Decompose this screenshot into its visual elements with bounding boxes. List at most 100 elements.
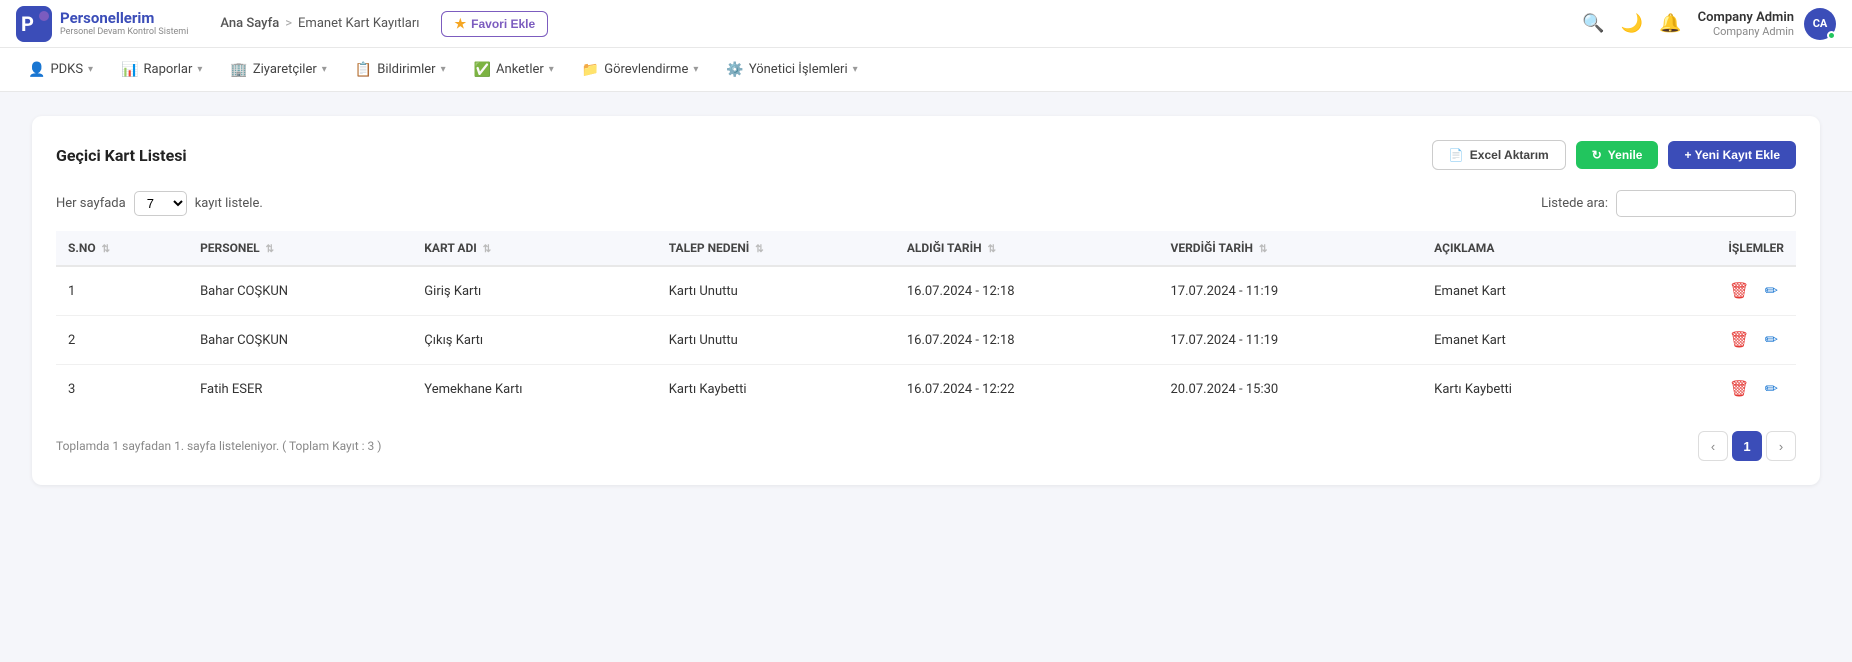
- nav-label-raporlar: Raporlar: [144, 62, 193, 77]
- logo-sub: Personel Devam Kontrol Sistemi: [60, 27, 188, 38]
- gorevlendirme-icon: 📁: [582, 62, 599, 78]
- nav-item-ziyaretciler[interactable]: 🏢 Ziyaretçiler ▾: [218, 56, 338, 84]
- yenile-label: Yenile: [1608, 148, 1643, 162]
- per-page-select[interactable]: 7 10 25 50: [134, 191, 187, 216]
- user-info: Company Admin Company Admin: [1698, 10, 1794, 38]
- cell-personel: Bahar COŞKUN: [188, 266, 412, 316]
- col-verdigi-tarih[interactable]: VERDİĞİ TARİH ⇅: [1159, 231, 1423, 266]
- search-input[interactable]: [1616, 190, 1796, 217]
- edit-button[interactable]: ✏: [1759, 375, 1784, 403]
- favori-ekle-button[interactable]: ★ Favori Ekle: [441, 11, 548, 37]
- user-role: Company Admin: [1698, 25, 1794, 38]
- delete-button[interactable]: 🗑: [1723, 277, 1755, 305]
- breadcrumb-home[interactable]: Ana Sayfa: [220, 16, 279, 31]
- yeni-kayit-button[interactable]: + Yeni Kayıt Ekle: [1668, 141, 1796, 169]
- breadcrumb-separator: >: [285, 16, 292, 31]
- avatar-initials: CA: [1813, 17, 1828, 30]
- cell-verdigi-tarih: 20.07.2024 - 15:30: [1159, 365, 1423, 414]
- cell-talep-nedeni: Kartı Unuttu: [657, 316, 895, 365]
- next-page-button[interactable]: ›: [1766, 431, 1796, 461]
- cell-talep-nedeni: Kartı Kaybetti: [657, 365, 895, 414]
- logo-main: Personellerim: [60, 9, 188, 27]
- chevron-down-icon: ▾: [693, 64, 698, 75]
- cell-aldigi-tarih: 16.07.2024 - 12:18: [895, 266, 1159, 316]
- notification-icon[interactable]: 🔔: [1659, 13, 1681, 34]
- col-islemler: İŞLEMLER: [1626, 231, 1796, 266]
- yeni-label: + Yeni Kayıt Ekle: [1684, 148, 1780, 162]
- card-actions: 📄 Excel Aktarım ↻ Yenile + Yeni Kayıt Ek…: [1432, 140, 1796, 170]
- anketler-icon: ✅: [474, 62, 491, 78]
- nav-item-yonetici[interactable]: ⚙️ Yönetici İşlemleri ▾: [714, 56, 869, 84]
- sort-icon: ⇅: [483, 244, 491, 255]
- excel-aktarim-button[interactable]: 📄 Excel Aktarım: [1432, 140, 1566, 170]
- search-area: Listede ara:: [1541, 190, 1796, 217]
- yonetici-icon: ⚙️: [726, 62, 743, 78]
- cell-islemler: 🗑 ✏: [1626, 266, 1796, 316]
- nav-item-bildirimler[interactable]: 📋 Bildirimler ▾: [343, 56, 458, 84]
- cell-sno: 1: [56, 266, 188, 316]
- col-aldigi-tarih[interactable]: ALDIĞI TARİH ⇅: [895, 231, 1159, 266]
- yenile-button[interactable]: ↻ Yenile: [1576, 141, 1659, 169]
- search-label: Listede ara:: [1541, 196, 1608, 211]
- sort-icon: ⇅: [266, 244, 274, 255]
- delete-button[interactable]: 🗑: [1723, 326, 1755, 354]
- main-content: Geçici Kart Listesi 📄 Excel Aktarım ↻ Ye…: [0, 92, 1852, 509]
- cell-kart-adi: Çıkış Kartı: [412, 316, 656, 365]
- cell-kart-adi: Giriş Kartı: [412, 266, 656, 316]
- header-right: 🔍 🌙 🔔 Company Admin Company Admin CA: [1582, 8, 1836, 40]
- table-row: 2 Bahar COŞKUN Çıkış Kartı Kartı Unuttu …: [56, 316, 1796, 365]
- logo-area: P Personellerim Personel Devam Kontrol S…: [16, 6, 548, 42]
- pdks-icon: 👤: [28, 62, 45, 78]
- table-row: 3 Fatih ESER Yemekhane Kartı Kartı Kaybe…: [56, 365, 1796, 414]
- cell-aciklama: Emanet Kart: [1422, 266, 1626, 316]
- sort-icon: ⇅: [102, 244, 110, 255]
- cell-aldigi-tarih: 16.07.2024 - 12:18: [895, 316, 1159, 365]
- avatar[interactable]: CA: [1804, 8, 1836, 40]
- delete-button[interactable]: 🗑: [1723, 375, 1755, 403]
- theme-icon[interactable]: 🌙: [1621, 13, 1643, 34]
- col-kart-adi[interactable]: KART ADI ⇅: [412, 231, 656, 266]
- sort-icon: ⇅: [755, 244, 763, 255]
- col-talep-nedeni[interactable]: TALEP NEDENİ ⇅: [657, 231, 895, 266]
- raporlar-icon: 📊: [121, 62, 138, 78]
- cell-aldigi-tarih: 16.07.2024 - 12:22: [895, 365, 1159, 414]
- nav-item-pdks[interactable]: 👤 PDKS ▾: [16, 56, 105, 84]
- excel-label: Excel Aktarım: [1470, 148, 1549, 162]
- col-personel[interactable]: PERSONEL ⇅: [188, 231, 412, 266]
- nav-label-bildirimler: Bildirimler: [377, 62, 435, 77]
- page-1-button[interactable]: 1: [1732, 431, 1762, 461]
- page-title: Geçici Kart Listesi: [56, 146, 187, 165]
- cell-islemler: 🗑 ✏: [1626, 365, 1796, 414]
- per-page-area: Her sayfada 7 10 25 50 kayıt listele.: [56, 191, 263, 216]
- cell-islemler: 🗑 ✏: [1626, 316, 1796, 365]
- edit-button[interactable]: ✏: [1759, 326, 1784, 354]
- online-indicator: [1827, 31, 1836, 40]
- sort-icon: ⇅: [988, 244, 996, 255]
- nav-label-gorevlendirme: Görevlendirme: [604, 62, 688, 77]
- favori-label: Favori Ekle: [471, 17, 535, 31]
- logo-text: Personellerim Personel Devam Kontrol Sis…: [60, 9, 188, 38]
- table-header-row: S.NO ⇅ PERSONEL ⇅ KART ADI ⇅ TALEP NEDEN…: [56, 231, 1796, 266]
- cell-personel: Bahar COŞKUN: [188, 316, 412, 365]
- search-icon[interactable]: 🔍: [1582, 13, 1604, 34]
- breadcrumb: Ana Sayfa > Emanet Kart Kayıtları: [220, 16, 419, 31]
- col-sno[interactable]: S.NO ⇅: [56, 231, 188, 266]
- prev-page-button[interactable]: ‹: [1698, 431, 1728, 461]
- page-card: Geçici Kart Listesi 📄 Excel Aktarım ↻ Ye…: [32, 116, 1820, 485]
- cell-sno: 2: [56, 316, 188, 365]
- data-table: S.NO ⇅ PERSONEL ⇅ KART ADI ⇅ TALEP NEDEN…: [56, 231, 1796, 413]
- nav-item-anketler[interactable]: ✅ Anketler ▾: [462, 56, 566, 84]
- svg-text:P: P: [21, 12, 34, 36]
- nav-item-raporlar[interactable]: 📊 Raporlar ▾: [109, 56, 214, 84]
- pagination-controls: ‹ 1 ›: [1698, 431, 1796, 461]
- cell-personel: Fatih ESER: [188, 365, 412, 414]
- pagination-info: Toplamda 1 sayfadan 1. sayfa listeleniyo…: [56, 439, 381, 453]
- pagination-row: Toplamda 1 sayfadan 1. sayfa listeleniyo…: [56, 431, 1796, 461]
- nav-item-gorevlendirme[interactable]: 📁 Görevlendirme ▾: [570, 56, 711, 84]
- per-page-label: Her sayfada: [56, 196, 126, 211]
- sort-icon: ⇅: [1259, 244, 1267, 255]
- edit-button[interactable]: ✏: [1759, 277, 1784, 305]
- chevron-down-icon: ▾: [853, 64, 858, 75]
- nav-label-ziyaretciler: Ziyaretçiler: [253, 62, 317, 77]
- refresh-icon: ↻: [1592, 148, 1602, 162]
